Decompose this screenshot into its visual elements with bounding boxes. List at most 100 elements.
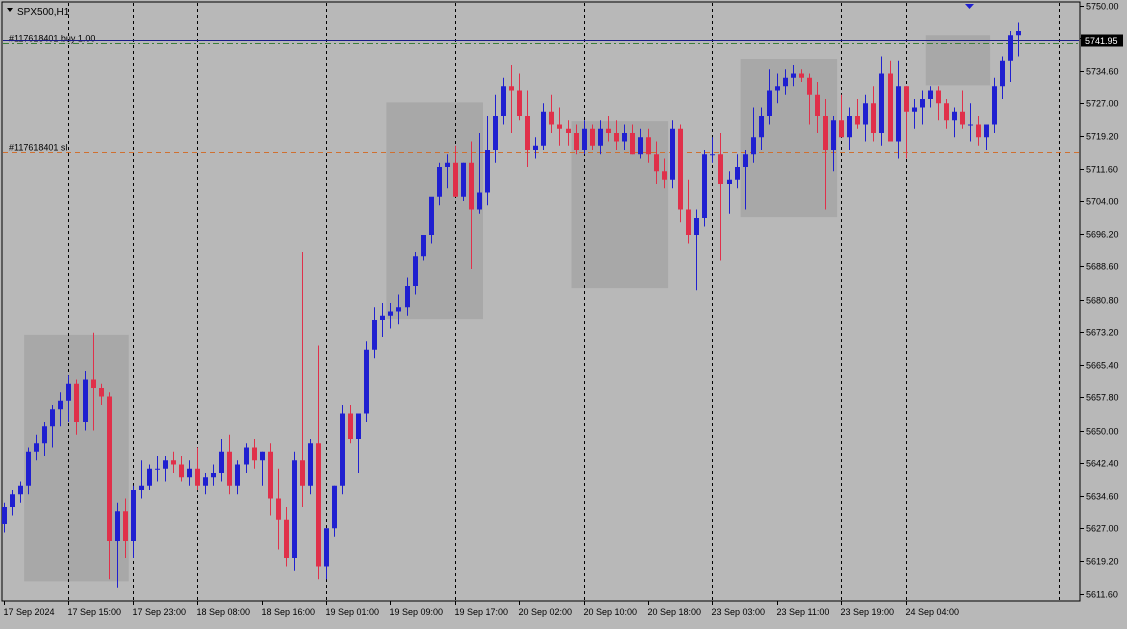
candle-body: [976, 124, 981, 138]
x-tick-label: 23 Sep 19:00: [841, 607, 895, 617]
y-tick-label: 5642.40: [1086, 459, 1119, 469]
plot-background: [1, 1, 1081, 602]
candle-body: [630, 133, 635, 155]
candle-body: [557, 124, 562, 129]
chart-svg[interactable]: #117618401 buy 1.00 #117618401 sl 5750.00…: [0, 0, 1127, 624]
candle-body: [566, 128, 571, 133]
candle-body: [396, 307, 401, 312]
y-tick-label: 5650.00: [1086, 427, 1119, 437]
candle-body: [364, 349, 369, 414]
x-tick-label: 18 Sep 08:00: [197, 607, 251, 617]
x-tick-label: 23 Sep 03:00: [712, 607, 766, 617]
candle-body: [26, 451, 31, 486]
x-tick-label: 24 Sep 04:00: [906, 607, 960, 617]
y-tick-label: 5665.40: [1086, 361, 1119, 371]
candle-body: [944, 103, 949, 121]
candle-body: [252, 447, 257, 461]
candle-body: [380, 315, 385, 320]
candle-body: [509, 86, 514, 91]
candle-body: [155, 468, 160, 470]
candle-body: [453, 162, 458, 197]
candle-body: [855, 116, 860, 125]
y-tick-label: 5673.20: [1086, 328, 1119, 338]
candle-body: [622, 133, 627, 142]
candle-body: [195, 468, 200, 486]
candle-body: [727, 179, 732, 184]
candle-body: [477, 192, 482, 210]
y-axis: 5750.005742.405734.605727.005719.205711.…: [1080, 2, 1119, 600]
y-tick-label: 5750.00: [1086, 2, 1119, 12]
candle-body: [952, 111, 957, 121]
candle-body: [485, 150, 490, 193]
candle-body: [139, 485, 144, 490]
candle-body: [107, 396, 112, 541]
candle-body: [807, 77, 812, 95]
chart-title: SPX500,H1: [17, 7, 70, 18]
y-tick-label: 5719.20: [1086, 132, 1119, 142]
candle-body: [292, 460, 297, 558]
candle-body: [332, 485, 337, 529]
candle-body: [123, 511, 128, 541]
y-tick-label: 5734.60: [1086, 67, 1119, 77]
y-tick-label: 5657.80: [1086, 393, 1119, 403]
candle-body: [131, 490, 136, 541]
candle-body: [574, 133, 579, 150]
candle-body: [348, 413, 353, 439]
candle-body: [1008, 35, 1013, 61]
candle-body: [300, 460, 305, 486]
candle-body: [517, 90, 522, 116]
candle-body: [163, 460, 168, 469]
candle-body: [912, 107, 917, 112]
candle-body: [74, 383, 79, 422]
candle-body: [413, 256, 418, 286]
current-price-tag: 5741.95: [1081, 34, 1123, 47]
candle-body: [525, 116, 530, 150]
candle-body: [18, 485, 23, 495]
candle-body: [115, 511, 120, 541]
chart[interactable]: #117618401 buy 1.00 #117618401 sl 5750.00…: [0, 0, 1127, 624]
candle-body: [831, 120, 836, 150]
title: SPX500,H1: [7, 7, 70, 18]
x-tick-label: 20 Sep 02:00: [519, 607, 573, 617]
x-tick-label: 17 Sep 23:00: [133, 607, 187, 617]
candle-body: [316, 443, 321, 567]
candle-body: [928, 90, 933, 99]
candle-body: [421, 235, 426, 257]
candle-body: [751, 137, 756, 155]
y-tick-label: 5704.00: [1086, 197, 1119, 207]
candle-body: [268, 451, 273, 499]
candle-body: [614, 133, 619, 142]
candle-body: [896, 86, 901, 142]
order-line-label: #117618401 buy 1.00: [9, 34, 95, 44]
candle-body: [662, 171, 667, 180]
y-tick-label: 5696.20: [1086, 230, 1119, 240]
highlight-box: [386, 102, 483, 320]
y-tick-label: 5611.60: [1086, 590, 1118, 600]
candle-body: [50, 409, 55, 427]
y-tick-label: 5711.60: [1086, 165, 1118, 175]
candle-body: [372, 320, 377, 350]
candle-body: [783, 77, 788, 87]
candle-body: [533, 145, 538, 150]
y-tick-label: 5619.20: [1086, 557, 1119, 567]
candle-body: [356, 413, 361, 439]
x-tick-label: 18 Sep 16:00: [262, 607, 316, 617]
candle-body: [469, 162, 474, 210]
candle-body: [171, 460, 176, 465]
x-axis: 17 Sep 2024 17 Sep 15:00 17 Sep 23:00 18 Se…: [4, 601, 960, 617]
candle-body: [735, 167, 740, 180]
candle-body: [1000, 60, 1005, 87]
x-tick-label: 20 Sep 10:00: [584, 607, 638, 617]
candle-body: [91, 379, 96, 388]
candle-body: [308, 443, 313, 486]
candle-body: [549, 111, 554, 125]
candle-body: [598, 128, 603, 146]
candle-body: [461, 162, 466, 197]
candle-body: [767, 90, 772, 116]
candle-body: [388, 311, 393, 316]
x-tick-label: 19 Sep 01:00: [326, 607, 380, 617]
candle-body: [324, 528, 329, 567]
highlight-box: [925, 35, 991, 86]
y-tick-label: 5680.80: [1086, 296, 1119, 306]
candle-body: [187, 468, 192, 478]
